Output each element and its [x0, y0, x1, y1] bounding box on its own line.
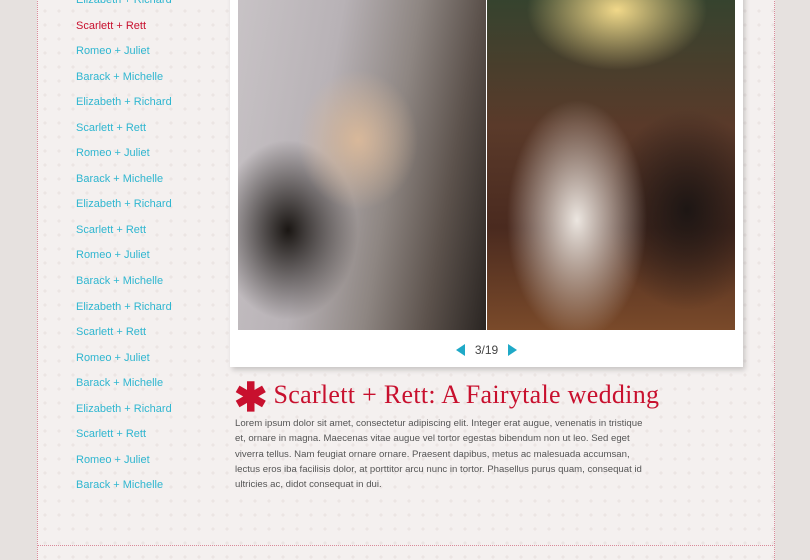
sidebar-item-barack-michelle[interactable]: Barack + Michelle: [76, 371, 226, 397]
sidebar-item-romeo-juliet[interactable]: Romeo + Juliet: [76, 141, 226, 167]
sidebar-item-scarlett-rett[interactable]: Scarlett + Rett: [76, 218, 226, 244]
sidebar-item-elizabeth-richard[interactable]: Elizabeth + Richard: [76, 90, 226, 116]
bottom-divider: [37, 545, 775, 546]
sidebar-item-barack-michelle[interactable]: Barack + Michelle: [76, 269, 226, 295]
article-body: Lorem ipsum dolor sit amet, consectetur …: [235, 418, 643, 491]
triangle-left-icon[interactable]: [455, 344, 465, 356]
sidebar-item-scarlett-rett[interactable]: Scarlett + Rett: [76, 14, 226, 40]
sidebar-item-romeo-juliet[interactable]: Romeo + Juliet: [76, 39, 226, 65]
sidebar-item-romeo-juliet[interactable]: Romeo + Juliet: [76, 243, 226, 269]
article-title: Scarlett + Rett: A Fairytale wedding: [273, 380, 660, 409]
sidebar-nav: Elizabeth + Richard Scarlett + Rett Romeo …: [76, 0, 226, 499]
sidebar-item-scarlett-rett[interactable]: Scarlett + Rett: [76, 320, 226, 346]
triangle-right-icon[interactable]: [508, 344, 518, 356]
wedding-photo-embrace: [238, 0, 486, 330]
sidebar-item-romeo-juliet[interactable]: Romeo + Juliet: [76, 448, 226, 474]
sidebar-item-barack-michelle[interactable]: Barack + Michelle: [76, 65, 226, 91]
sidebar-item-romeo-juliet[interactable]: Romeo + Juliet: [76, 346, 226, 372]
sidebar-item-elizabeth-richard[interactable]: Elizabeth + Richard: [76, 397, 226, 423]
gallery-pager: 3/19: [230, 342, 743, 358]
article-heading: ✱ Scarlett + Rett: A Fairytale wedding: [234, 374, 660, 421]
gallery-counter: 3/19: [474, 343, 499, 357]
sidebar-item-barack-michelle[interactable]: Barack + Michelle: [76, 167, 226, 193]
sidebar-item-scarlett-rett[interactable]: Scarlett + Rett: [76, 116, 226, 142]
asterisk-icon: ✱: [234, 374, 268, 421]
sidebar-item-elizabeth-richard[interactable]: Elizabeth + Richard: [76, 295, 226, 321]
wedding-photo-dance: [487, 0, 735, 330]
sidebar-item-elizabeth-richard[interactable]: Elizabeth + Richard: [76, 192, 226, 218]
sidebar-item-elizabeth-richard[interactable]: Elizabeth + Richard: [76, 0, 226, 14]
sidebar-item-barack-michelle[interactable]: Barack + Michelle: [76, 473, 226, 499]
photo-gallery: 3/19: [230, 0, 743, 367]
sidebar-item-scarlett-rett[interactable]: Scarlett + Rett: [76, 422, 226, 448]
